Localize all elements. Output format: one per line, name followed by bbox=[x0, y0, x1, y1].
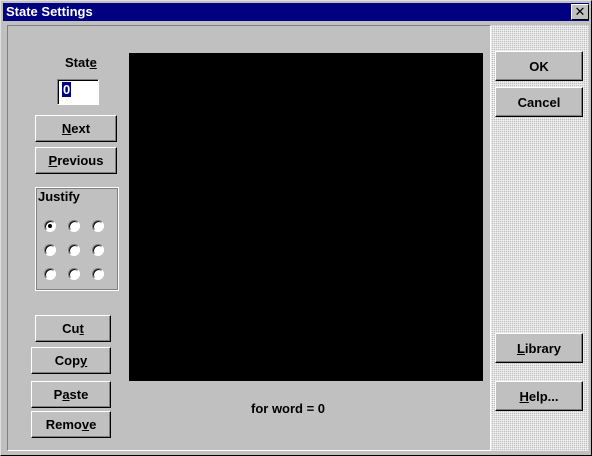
cut-button[interactable]: Cu t bbox=[35, 315, 111, 342]
copy-button[interactable]: Cop y bbox=[31, 347, 111, 374]
state-label: State bbox=[65, 55, 97, 70]
justify-middle-left-radio[interactable] bbox=[44, 244, 56, 256]
window-title: State Settings bbox=[6, 4, 93, 19]
cancel-button[interactable]: Cancel bbox=[495, 87, 583, 117]
previous-button[interactable]: Previous bbox=[35, 147, 117, 174]
justify-group: Justify bbox=[35, 187, 119, 291]
justify-middle-right-radio[interactable] bbox=[92, 244, 104, 256]
justify-bottom-left-radio[interactable] bbox=[44, 268, 56, 280]
help-button[interactable]: Help... bbox=[495, 381, 583, 411]
justify-top-right-radio[interactable] bbox=[92, 220, 104, 232]
ok-button[interactable]: OK bbox=[495, 51, 583, 81]
justify-middle-center-radio[interactable] bbox=[68, 244, 80, 256]
state-input[interactable]: 0 bbox=[57, 79, 99, 105]
title-bar: State Settings ✕ bbox=[3, 3, 589, 21]
library-button[interactable]: Library bbox=[495, 333, 583, 363]
close-icon: ✕ bbox=[574, 4, 586, 19]
justify-label: Justify bbox=[38, 189, 80, 204]
justify-bottom-right-radio[interactable] bbox=[92, 268, 104, 280]
justify-top-center-radio[interactable] bbox=[68, 220, 80, 232]
next-button[interactable]: Next bbox=[35, 115, 117, 142]
state-preview-canvas[interactable] bbox=[129, 53, 483, 381]
remove-button[interactable]: Remo v e bbox=[31, 411, 111, 438]
word-status-text: for word = 0 bbox=[251, 401, 326, 416]
close-button[interactable]: ✕ bbox=[571, 4, 589, 20]
paste-button[interactable]: Pa ste bbox=[31, 381, 111, 408]
state-value: 0 bbox=[62, 82, 72, 97]
justify-bottom-center-radio[interactable] bbox=[68, 268, 80, 280]
justify-top-left-radio[interactable] bbox=[44, 220, 56, 232]
state-settings-dialog: State Settings ✕ State 0 Next Previous J… bbox=[0, 0, 592, 456]
